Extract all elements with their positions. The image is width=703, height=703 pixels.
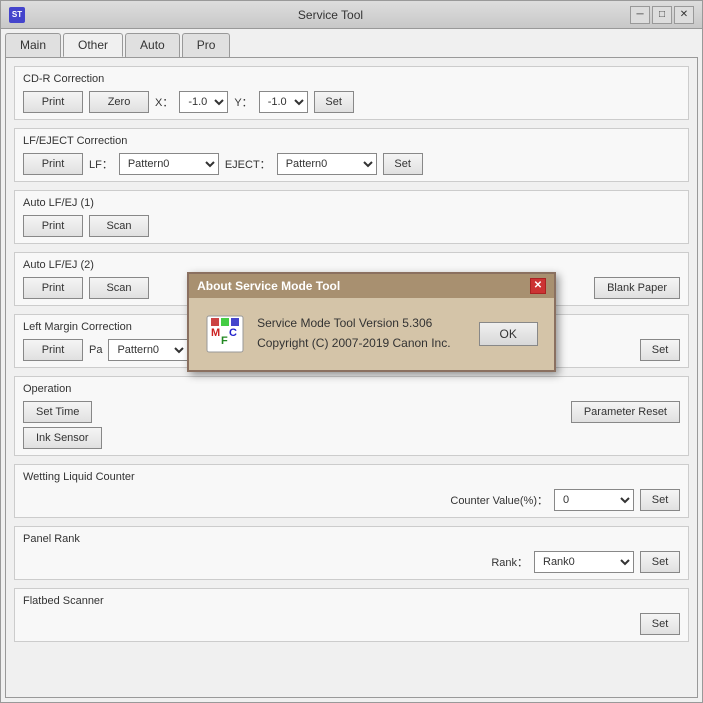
modal-content: Service Mode Tool Version 5.306 Copyrigh… bbox=[257, 314, 450, 352]
wetting-liquid-title: Wetting Liquid Counter bbox=[23, 471, 680, 483]
wetting-set-button[interactable]: Set bbox=[640, 489, 680, 511]
cdr-x-select[interactable]: -1.0 0.0 1.0 bbox=[179, 91, 228, 113]
cdr-correction-section: CD-R Correction Print Zero X： -1.0 0.0 1… bbox=[14, 66, 689, 120]
auto-lfej1-section: Auto LF/EJ (1) Print Scan bbox=[14, 190, 689, 244]
flatbed-scanner-section: Flatbed Scanner Set bbox=[14, 588, 689, 642]
auto-lfej2-title: Auto LF/EJ (2) bbox=[23, 259, 680, 271]
flatbed-scanner-row: Set bbox=[23, 613, 680, 635]
lf-set-button[interactable]: Set bbox=[383, 153, 423, 175]
lf-eject-title: LF/EJECT Correction bbox=[23, 135, 680, 147]
window-controls: ─ □ ✕ bbox=[630, 6, 694, 24]
parameter-reset-button[interactable]: Parameter Reset bbox=[571, 401, 680, 423]
counter-label: Counter Value(%)： bbox=[450, 492, 548, 508]
blank-paper-button[interactable]: Blank Paper bbox=[594, 277, 680, 299]
auto-lfej1-title: Auto LF/EJ (1) bbox=[23, 197, 680, 209]
flatbed-scanner-title: Flatbed Scanner bbox=[23, 595, 680, 607]
mfc-icon: M F C bbox=[205, 314, 245, 354]
auto-lfej2-scan-button[interactable]: Scan bbox=[89, 277, 149, 299]
tab-other[interactable]: Other bbox=[63, 33, 123, 57]
auto-lfej1-print-button[interactable]: Print bbox=[23, 215, 83, 237]
eject-pattern-select[interactable]: Pattern0 Pattern1 Pattern2 bbox=[277, 153, 377, 175]
svg-text:M: M bbox=[211, 327, 220, 339]
modal-title-bar: About Service Mode Tool ✕ bbox=[189, 274, 554, 298]
operation-title: Operation bbox=[23, 383, 680, 395]
minimize-button[interactable]: ─ bbox=[630, 6, 650, 24]
tab-auto[interactable]: Auto bbox=[125, 33, 180, 57]
cdr-y-select[interactable]: -1.0 0.0 1.0 bbox=[259, 91, 308, 113]
eject-label: EJECT： bbox=[225, 156, 271, 172]
modal-body: M F C Service Mode Tool Version 5.306 Co… bbox=[189, 298, 554, 370]
panel-rank-row: Rank： Rank0 Rank1 Rank2 Set bbox=[23, 551, 680, 573]
close-button[interactable]: ✕ bbox=[674, 6, 694, 24]
lf-print-button[interactable]: Print bbox=[23, 153, 83, 175]
operation-section: Operation Set Time Parameter Reset Ink S… bbox=[14, 376, 689, 456]
modal-title: About Service Mode Tool bbox=[197, 279, 340, 293]
cdr-zero-button[interactable]: Zero bbox=[89, 91, 149, 113]
left-margin-pattern-label: Pa bbox=[89, 344, 102, 356]
panel-rank-section: Panel Rank Rank： Rank0 Rank1 Rank2 Set bbox=[14, 526, 689, 580]
lf-label: LF： bbox=[89, 156, 113, 172]
about-modal: About Service Mode Tool ✕ M F C Service … bbox=[187, 272, 556, 372]
rank-label: Rank： bbox=[491, 554, 528, 570]
cdr-correction-row: Print Zero X： -1.0 0.0 1.0 Y： -1.0 0.0 1… bbox=[23, 91, 680, 113]
cdr-set-button[interactable]: Set bbox=[314, 91, 354, 113]
maximize-button[interactable]: □ bbox=[652, 6, 672, 24]
auto-lfej1-scan-button[interactable]: Scan bbox=[89, 215, 149, 237]
wetting-liquid-section: Wetting Liquid Counter Counter Value(%)：… bbox=[14, 464, 689, 518]
tab-bar: Main Other Auto Pro bbox=[1, 29, 702, 57]
counter-value-select[interactable]: 0 1 2 3 bbox=[554, 489, 634, 511]
app-icon: ST bbox=[9, 7, 25, 23]
tab-pro[interactable]: Pro bbox=[182, 33, 231, 57]
title-bar: ST Service Tool ─ □ ✕ bbox=[1, 1, 702, 29]
lf-eject-section: LF/EJECT Correction Print LF： Pattern0 P… bbox=[14, 128, 689, 182]
tab-main[interactable]: Main bbox=[5, 33, 61, 57]
auto-lfej1-row: Print Scan bbox=[23, 215, 680, 237]
modal-close-button[interactable]: ✕ bbox=[530, 278, 546, 294]
cdr-y-label: Y： bbox=[234, 94, 252, 110]
panel-rank-title: Panel Rank bbox=[23, 533, 680, 545]
operation-row: Set Time Parameter Reset bbox=[23, 401, 680, 423]
svg-text:F: F bbox=[221, 335, 228, 347]
auto-lfej2-print-button[interactable]: Print bbox=[23, 277, 83, 299]
svg-text:C: C bbox=[229, 327, 237, 339]
operation-row2: Ink Sensor bbox=[23, 427, 680, 449]
wetting-liquid-row: Counter Value(%)： 0 1 2 3 Set bbox=[23, 489, 680, 511]
cdr-print-button[interactable]: Print bbox=[23, 91, 83, 113]
left-margin-print-button[interactable]: Print bbox=[23, 339, 83, 361]
content-area: CD-R Correction Print Zero X： -1.0 0.0 1… bbox=[5, 57, 698, 698]
lf-pattern-select[interactable]: Pattern0 Pattern1 Pattern2 bbox=[119, 153, 219, 175]
modal-line2: Copyright (C) 2007-2019 Canon Inc. bbox=[257, 334, 450, 353]
panel-rank-set-button[interactable]: Set bbox=[640, 551, 680, 573]
lf-eject-row: Print LF： Pattern0 Pattern1 Pattern2 EJE… bbox=[23, 153, 680, 175]
set-time-button[interactable]: Set Time bbox=[23, 401, 92, 423]
modal-line1: Service Mode Tool Version 5.306 bbox=[257, 314, 450, 333]
window-title: Service Tool bbox=[31, 8, 630, 22]
rank-select[interactable]: Rank0 Rank1 Rank2 bbox=[534, 551, 634, 573]
cdr-correction-title: CD-R Correction bbox=[23, 73, 680, 85]
cdr-x-label: X： bbox=[155, 94, 173, 110]
left-margin-set-button[interactable]: Set bbox=[640, 339, 680, 361]
flatbed-set-button[interactable]: Set bbox=[640, 613, 680, 635]
modal-ok-button[interactable]: OK bbox=[479, 322, 538, 346]
left-margin-pattern-select[interactable]: Pattern0 Pattern1 bbox=[108, 339, 188, 361]
ink-sensor-button[interactable]: Ink Sensor bbox=[23, 427, 102, 449]
